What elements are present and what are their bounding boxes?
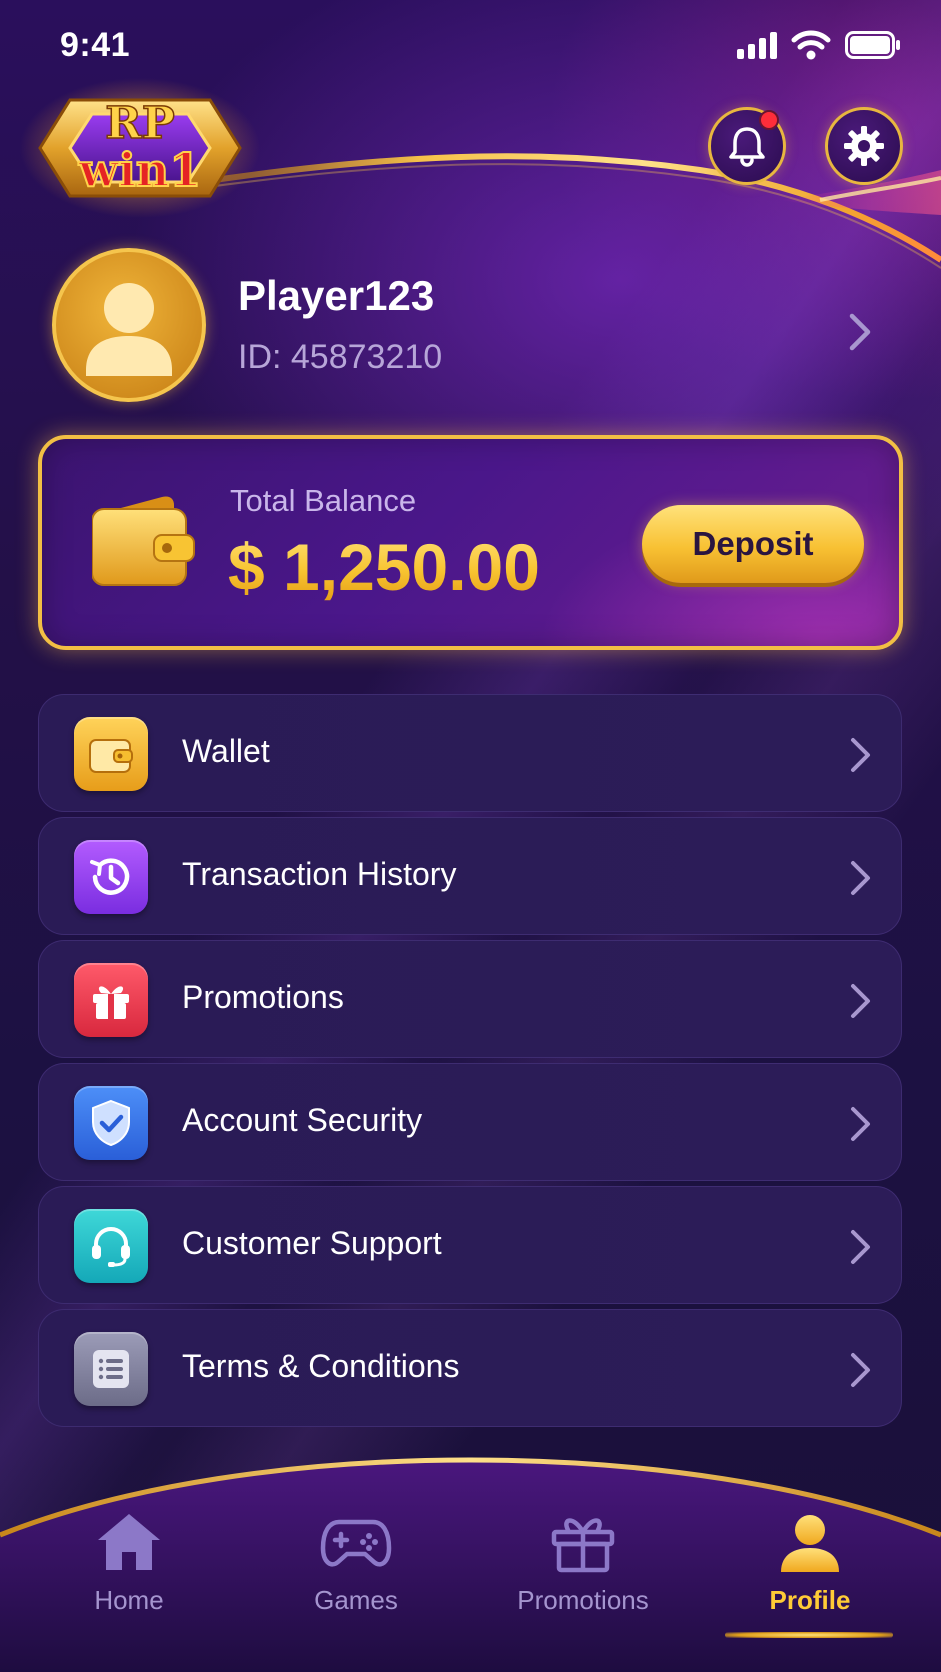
active-tab-indicator bbox=[725, 1632, 893, 1638]
status-bar: 9:41 bbox=[0, 0, 941, 90]
battery-icon bbox=[845, 31, 900, 59]
notifications-button[interactable] bbox=[708, 107, 786, 185]
status-time: 9:41 bbox=[60, 26, 131, 64]
shield-icon bbox=[74, 1086, 148, 1160]
nav-promotions[interactable]: Promotions bbox=[483, 1510, 683, 1616]
chevron-right-icon bbox=[851, 984, 870, 1018]
menu-item-label: Customer Support bbox=[182, 1225, 442, 1261]
menu-item-terms-conditions[interactable]: Terms & Conditions bbox=[38, 1309, 902, 1427]
chevron-right-icon bbox=[849, 313, 871, 351]
nav-label: Home bbox=[94, 1585, 164, 1615]
bottom-nav: Home Games Promotions Profile bbox=[0, 1440, 941, 1672]
menu-item-label: Terms & Conditions bbox=[182, 1348, 460, 1384]
player-name: Player123 bbox=[238, 272, 435, 319]
balance-card: Total Balance $ 1,250.00 Deposit bbox=[38, 435, 903, 650]
home-icon bbox=[98, 1514, 160, 1570]
menu-item-label: Account Security bbox=[182, 1102, 423, 1138]
wifi-icon bbox=[791, 30, 831, 60]
history-icon bbox=[74, 840, 148, 914]
nav-games[interactable]: Games bbox=[256, 1510, 456, 1616]
avatar[interactable] bbox=[52, 248, 206, 402]
player-id: ID: 45873210 bbox=[238, 338, 443, 376]
bell-icon bbox=[729, 127, 765, 167]
headset-icon bbox=[74, 1209, 148, 1283]
notification-badge bbox=[759, 110, 779, 130]
nav-label: Profile bbox=[769, 1585, 851, 1615]
settings-button[interactable] bbox=[825, 107, 903, 185]
gift-icon bbox=[74, 963, 148, 1037]
brand-logo: RP win1 bbox=[20, 78, 260, 218]
cellular-signal-icon bbox=[737, 31, 777, 59]
document-icon bbox=[74, 1332, 148, 1406]
balance-amount: $ 1,250.00 bbox=[228, 530, 540, 604]
menu-item-label: Wallet bbox=[182, 733, 270, 769]
user-silhouette-icon bbox=[86, 283, 172, 376]
profile-chevron-button[interactable] bbox=[846, 310, 874, 359]
logo-text-win1: win1 bbox=[78, 143, 202, 197]
nav-profile[interactable]: Profile bbox=[710, 1510, 910, 1616]
menu-item-wallet[interactable]: Wallet bbox=[38, 694, 902, 812]
profile-icon bbox=[781, 1515, 839, 1572]
profile-screen: 9:41 RP win1 Player123 ID: 45873210 Tota… bbox=[0, 0, 941, 1672]
nav-label: Promotions bbox=[517, 1585, 649, 1615]
status-icons bbox=[737, 30, 901, 60]
menu-item-account-security[interactable]: Account Security bbox=[38, 1063, 902, 1181]
chevron-right-icon bbox=[851, 738, 870, 772]
chevron-right-icon bbox=[851, 1353, 870, 1387]
account-menu: Wallet Transaction History Promotions Ac… bbox=[38, 694, 902, 1432]
logo-emblem: RP win1 bbox=[20, 78, 260, 218]
chevron-right-icon bbox=[851, 861, 870, 895]
chevron-right-icon bbox=[851, 1107, 870, 1141]
logo-text-rp: RP bbox=[105, 98, 175, 149]
wallet-icon bbox=[91, 493, 196, 594]
nav-label: Games bbox=[314, 1585, 398, 1615]
menu-item-transaction-history[interactable]: Transaction History bbox=[38, 817, 902, 935]
menu-item-label: Transaction History bbox=[182, 856, 457, 892]
nav-home[interactable]: Home bbox=[29, 1510, 229, 1616]
gear-icon bbox=[844, 126, 884, 166]
gift-icon bbox=[551, 1518, 615, 1573]
balance-label: Total Balance bbox=[230, 483, 417, 518]
chevron-right-icon bbox=[851, 1230, 870, 1264]
menu-item-customer-support[interactable]: Customer Support bbox=[38, 1186, 902, 1304]
wallet-icon bbox=[74, 717, 148, 791]
deposit-button[interactable]: Deposit bbox=[642, 505, 864, 583]
menu-item-promotions[interactable]: Promotions bbox=[38, 940, 902, 1058]
gamepad-icon bbox=[320, 1519, 392, 1567]
menu-item-label: Promotions bbox=[182, 979, 344, 1015]
